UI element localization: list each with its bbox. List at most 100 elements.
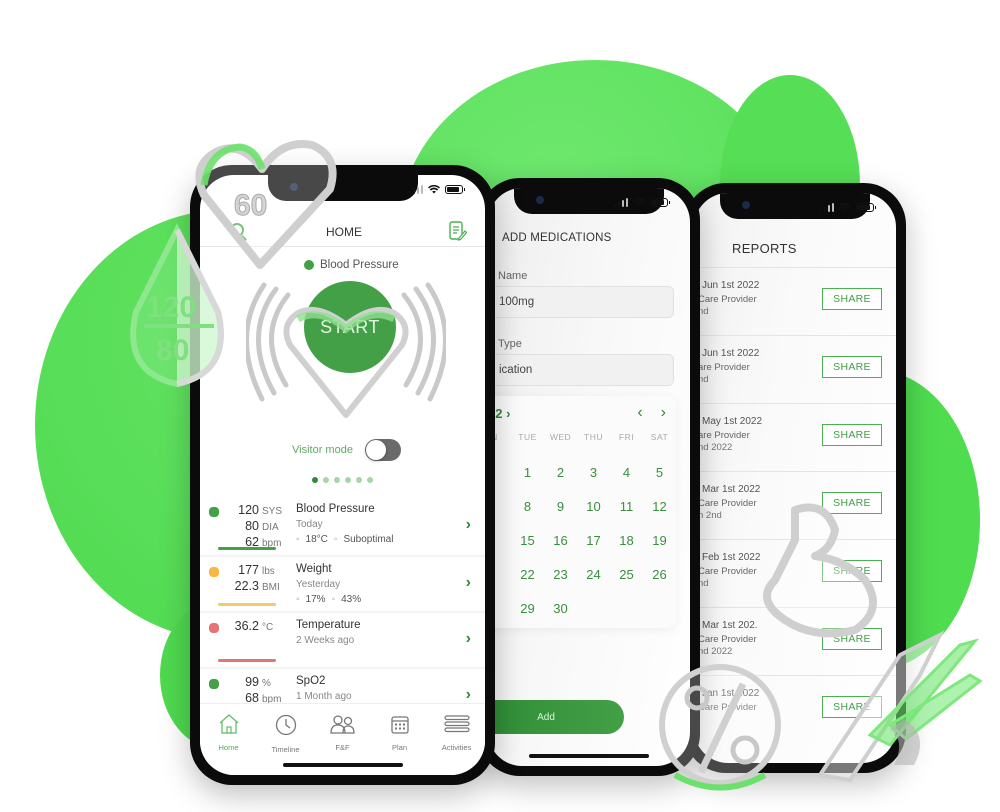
calendar-day[interactable]: 17 [577,524,610,558]
metric-unit: lbs [262,566,275,577]
battery-icon [856,203,876,212]
page-dot[interactable] [345,477,351,483]
calendar-day[interactable]: 15 [511,524,544,558]
report-item: Feb 1st 2022 Care Provider nd SHARE [694,539,896,607]
report-recipient: Care Provider [698,294,757,305]
battery-icon [445,185,465,194]
calendar-day[interactable]: 5 [643,456,676,490]
share-button[interactable]: SHARE [822,560,882,582]
report-recipient: are Provider [698,362,750,373]
add-button[interactable]: Add [488,700,624,734]
calendar-day[interactable]: 11 [610,490,643,524]
calendar-day[interactable]: 3 [577,456,610,490]
calendar-day[interactable]: 19 [643,524,676,558]
tab-activities[interactable]: Activities [432,714,482,775]
metric-extra: 17% [305,594,326,605]
report-period: nd 2022 [698,646,733,657]
medications-screen: ADD MEDICATIONS Name 100mg Type ication … [488,188,690,766]
metric-name: Blood Pressure [296,503,375,515]
metrics-list: 120 SYS 80 DIA 62 bpm Blood Pressure Today ◦ 18°C… [200,497,485,725]
share-button[interactable]: SHARE [822,492,882,514]
report-recipient: Care Provider [698,566,757,577]
page-title: REPORTS [732,241,797,256]
calendar-day[interactable]: 26 [643,558,676,592]
type-input[interactable]: ication [488,354,674,386]
weekday-label: TUE [518,432,537,442]
calendar-day[interactable]: 16 [544,524,577,558]
calendar-day[interactable]: 10 [577,490,610,524]
page-dot[interactable] [334,477,340,483]
metric-value: 36.2 [234,619,259,633]
calendar-day[interactable]: 1 [511,456,544,490]
signal-icon [613,198,628,207]
metric-row[interactable]: 36.2 °C Temperature 2 Weeks ago › [200,613,485,667]
signal-icon [819,203,834,212]
calendar-day[interactable]: 29 [511,592,544,626]
tab-label: F&F [335,743,350,752]
share-button[interactable]: SHARE [822,288,882,310]
page-dot[interactable] [312,477,318,483]
visitor-mode-label: Visitor mode [292,444,353,456]
report-period: nd 2022 [698,442,733,453]
share-button[interactable]: SHARE [822,696,882,718]
report-date: May 1st 2022 [702,416,763,427]
metric-time: Yesterday [296,579,341,590]
calendar-day[interactable]: 4 [610,456,643,490]
metric-time: 1 Month ago [296,691,352,702]
calendar-day[interactable]: 12 [643,490,676,524]
search-icon[interactable] [230,223,244,237]
list-icon [443,714,470,739]
visitor-mode-toggle[interactable] [364,439,401,461]
page-dot[interactable] [323,477,329,483]
camera-icon [289,183,298,191]
calendar-day[interactable]: 24 [577,558,610,592]
tab-label: Activities [441,743,472,752]
calendar-weekdays: NTUEWEDTHUFRISAT [488,432,676,442]
page-dot[interactable] [367,477,373,483]
share-button[interactable]: SHARE [822,424,882,446]
tab-home[interactable]: Home [204,714,254,775]
measurement-selector[interactable]: Blood Pressure [304,259,399,271]
calendar-day[interactable]: 30 [544,592,577,626]
calendar-day[interactable]: 9 [544,490,577,524]
weekday-label: WED [549,432,572,442]
notes-edit-icon[interactable] [449,221,468,246]
chevron-right-icon[interactable]: › [466,574,471,592]
metric-row[interactable]: 120 SYS 80 DIA 62 bpm Blood Pressure Today ◦ 18°C… [200,497,485,555]
share-button[interactable]: SHARE [822,628,882,650]
report-recipient: Care Provider [698,634,757,645]
calendar-day[interactable]: 18 [610,524,643,558]
chevron-right-icon[interactable]: › [661,404,666,422]
report-date: Jan 1st 2022 [702,688,760,699]
report-date: Feb 1st 2022 [702,552,761,563]
name-input[interactable]: 100mg [488,286,674,318]
calendar-day[interactable]: 23 [544,558,577,592]
weekday-label: THU [584,432,603,442]
metric-extra: Suboptimal [343,534,394,545]
home-header: HOME [200,219,485,247]
tab-label: Plan [391,743,407,752]
metric-row[interactable]: 177 lbs 22.3 BMI Weight Yesterday ◦ 17% ◦ 43% › [200,557,485,611]
calendar-day[interactable]: 8 [511,490,544,524]
calendar-day[interactable]: 2 [544,456,577,490]
metric-status-bar [218,603,276,606]
metric-extra: 43% [341,594,362,605]
measurement-label: Blood Pressure [320,259,399,271]
chevron-right-icon[interactable]: › [466,686,471,704]
heart-outline-icon [283,307,409,418]
calendar-empty-cell [577,592,610,626]
calendar-empty-cell [643,592,676,626]
home-indicator [282,763,403,767]
share-button[interactable]: SHARE [822,356,882,378]
wifi-icon [839,203,851,212]
chevron-right-icon[interactable]: › [466,630,471,648]
type-label: Type [498,338,522,350]
chevron-left-icon[interactable]: ‹ [637,404,642,422]
chevron-right-icon[interactable]: › [466,516,471,534]
camera-icon [536,196,544,204]
house-icon [218,714,240,739]
calendar-day[interactable]: 22 [511,558,544,592]
calendar-day[interactable]: 25 [610,558,643,592]
body-fat-icon: ◦ [296,594,300,605]
page-dot[interactable] [356,477,362,483]
